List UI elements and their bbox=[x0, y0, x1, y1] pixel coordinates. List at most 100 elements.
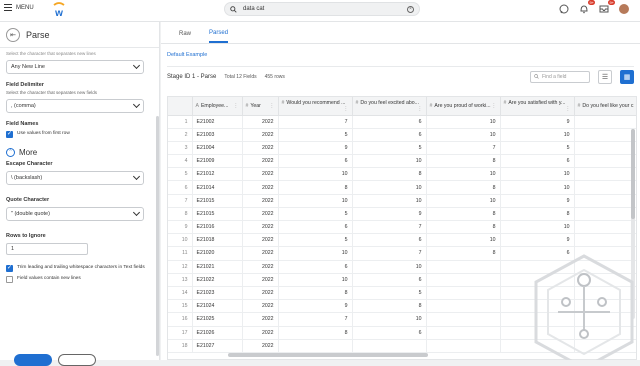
table-cell[interactable]: 9 bbox=[278, 299, 353, 314]
table-cell[interactable] bbox=[426, 299, 501, 314]
table-cell[interactable]: 10 bbox=[352, 260, 427, 274]
table-cell[interactable] bbox=[278, 339, 353, 353]
table-cell[interactable]: 2022 bbox=[242, 220, 279, 235]
table-cell[interactable]: E21024 bbox=[192, 299, 243, 314]
table-cell[interactable]: E21021 bbox=[192, 260, 243, 274]
table-cell[interactable]: 10 bbox=[278, 167, 353, 182]
more-toggle[interactable]: ⌃ More bbox=[6, 148, 153, 157]
table-cell[interactable]: E21018 bbox=[192, 233, 243, 248]
column-menu-icon[interactable]: ⋮ bbox=[491, 103, 496, 109]
table-cell[interactable] bbox=[574, 194, 636, 208]
table-cell[interactable] bbox=[426, 260, 501, 274]
table-cell[interactable]: E21002 bbox=[192, 115, 243, 129]
table-cell[interactable] bbox=[574, 128, 636, 142]
table-cell[interactable]: 5 bbox=[278, 233, 353, 248]
search-input[interactable]: data cat bbox=[243, 6, 264, 12]
table-cell[interactable]: 6 bbox=[352, 128, 427, 142]
table-cell[interactable]: 10 bbox=[352, 154, 427, 169]
table-cell[interactable]: 10 bbox=[500, 128, 575, 142]
table-row[interactable]: 5 E21012 2022 10 8 10 10 bbox=[168, 167, 636, 182]
table-cell[interactable]: 10 bbox=[278, 246, 353, 261]
cancel-button[interactable] bbox=[58, 354, 96, 366]
inbox-icon[interactable]: 9+ bbox=[598, 0, 615, 15]
done-button[interactable] bbox=[14, 354, 52, 366]
table-cell[interactable] bbox=[426, 312, 501, 327]
table-cell[interactable]: E21009 bbox=[192, 154, 243, 169]
table-cell[interactable] bbox=[574, 220, 636, 235]
table-cell[interactable]: E21027 bbox=[192, 339, 243, 353]
field-delimiter-select[interactable]: , (comma) bbox=[6, 99, 144, 113]
table-cell[interactable]: 9 bbox=[278, 141, 353, 156]
table-cell[interactable]: E21026 bbox=[192, 326, 243, 340]
collapse-panel-icon[interactable]: ⇤ bbox=[6, 27, 20, 42]
table-cell[interactable]: 2022 bbox=[242, 286, 279, 301]
notifications-icon[interactable]: 9+ bbox=[578, 0, 595, 15]
table-cell[interactable]: 7 bbox=[352, 220, 427, 235]
table-cell[interactable]: 8 bbox=[500, 207, 575, 222]
table-cell[interactable]: 8 bbox=[426, 154, 501, 169]
table-cell[interactable]: 10 bbox=[426, 128, 501, 142]
table-cell[interactable]: 8 bbox=[426, 246, 501, 261]
table-cell[interactable]: 2022 bbox=[242, 128, 279, 142]
table-row[interactable]: 6 E21014 2022 8 10 8 10 bbox=[168, 180, 636, 195]
table-cell[interactable]: 9 bbox=[500, 233, 575, 248]
table-cell[interactable]: 10 bbox=[500, 220, 575, 235]
table-cell[interactable]: 6 bbox=[278, 154, 353, 169]
table-cell[interactable] bbox=[574, 180, 636, 195]
column-header[interactable]: # Are you satisfied with y... ⋮ bbox=[500, 97, 575, 116]
table-cell[interactable]: 8 bbox=[426, 180, 501, 195]
table-cell[interactable]: E21003 bbox=[192, 128, 243, 142]
table-cell[interactable]: 2022 bbox=[242, 273, 279, 287]
table-cell[interactable] bbox=[426, 273, 501, 287]
chat-icon[interactable] bbox=[558, 3, 570, 15]
table-cell[interactable]: 10 bbox=[426, 233, 501, 248]
table-cell[interactable]: 6 bbox=[352, 326, 427, 340]
column-header[interactable]: # Are you proud of worki... ⋮ bbox=[426, 97, 501, 116]
table-cell[interactable]: 5 bbox=[278, 128, 353, 142]
table-cell[interactable] bbox=[574, 115, 636, 129]
column-header[interactable]: #Do you feel like your c⋮ bbox=[574, 97, 636, 116]
search-bar[interactable]: data cat × bbox=[224, 2, 420, 16]
table-cell[interactable] bbox=[574, 233, 636, 248]
column-menu-icon[interactable]: ⋮ bbox=[417, 106, 422, 112]
table-cell[interactable]: E21004 bbox=[192, 141, 243, 156]
table-cell[interactable] bbox=[426, 339, 501, 353]
column-header[interactable]: A Employee... ⋮ bbox=[192, 97, 243, 116]
column-header[interactable]: # Would you recommend ... ⋮ bbox=[278, 97, 353, 116]
column-menu-icon[interactable]: ⋮ bbox=[269, 103, 274, 109]
escape-character-select[interactable]: \ (backslash) bbox=[6, 171, 144, 185]
table-cell[interactable]: E21012 bbox=[192, 167, 243, 182]
table-cell[interactable]: 10 bbox=[352, 180, 427, 195]
table-cell[interactable] bbox=[426, 286, 501, 301]
table-cell[interactable]: E21025 bbox=[192, 312, 243, 327]
table-cell[interactable]: 6 bbox=[352, 233, 427, 248]
table-row[interactable]: 9 E21016 2022 6 7 8 10 bbox=[168, 220, 636, 235]
table-cell[interactable]: 5 bbox=[352, 286, 427, 301]
use-first-row-checkbox[interactable]: ✓ bbox=[6, 131, 13, 138]
table-cell[interactable]: 2022 bbox=[242, 299, 279, 314]
table-cell[interactable]: 2022 bbox=[242, 246, 279, 261]
table-cell[interactable]: 10 bbox=[278, 273, 353, 287]
table-cell[interactable]: E21022 bbox=[192, 273, 243, 287]
table-cell[interactable]: 2022 bbox=[242, 326, 279, 340]
find-field-input[interactable]: Find a field bbox=[530, 70, 590, 83]
column-menu-icon[interactable]: ⋮ bbox=[343, 106, 348, 112]
quote-character-select[interactable]: " (double quote) bbox=[6, 207, 144, 221]
table-cell[interactable]: 10 bbox=[426, 115, 501, 129]
table-cell[interactable] bbox=[426, 326, 501, 340]
table-row[interactable]: 7 E21015 2022 10 10 10 9 bbox=[168, 194, 636, 208]
table-cell[interactable]: 2022 bbox=[242, 141, 279, 156]
table-cell[interactable]: 8 bbox=[352, 299, 427, 314]
table-cell[interactable]: 5 bbox=[500, 141, 575, 156]
table-cell[interactable]: E21014 bbox=[192, 180, 243, 195]
table-cell[interactable]: 5 bbox=[278, 207, 353, 222]
table-cell[interactable]: E21020 bbox=[192, 246, 243, 261]
table-cell[interactable]: 9 bbox=[500, 115, 575, 129]
table-cell[interactable]: 9 bbox=[352, 207, 427, 222]
table-cell[interactable]: 8 bbox=[352, 167, 427, 182]
rows-to-ignore-input[interactable]: 1 bbox=[6, 243, 88, 255]
workday-logo[interactable]: w bbox=[52, 2, 66, 18]
grid-horizontal-scrollbar[interactable] bbox=[228, 353, 428, 357]
table-cell[interactable]: 6 bbox=[278, 220, 353, 235]
table-cell[interactable]: 10 bbox=[352, 194, 427, 208]
